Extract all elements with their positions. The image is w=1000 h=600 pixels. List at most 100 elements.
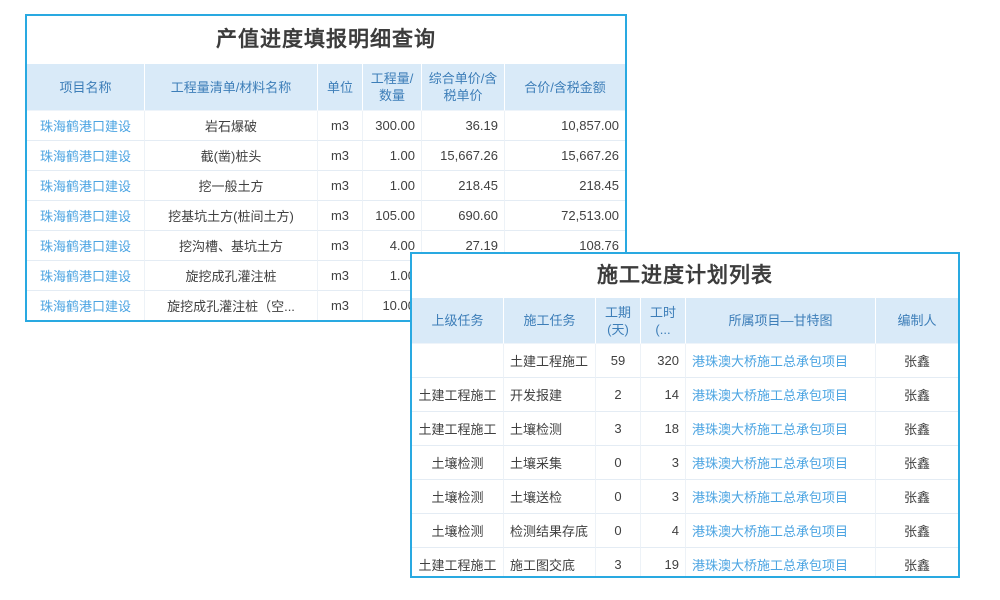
material-cell: 旋挖成孔灌注桩	[145, 261, 318, 291]
unit-cell: m3	[318, 111, 363, 141]
task-cell: 土壤送检	[504, 480, 596, 514]
column-header-material: 工程量清单/材料名称	[145, 64, 318, 111]
project-link[interactable]: 珠海鹤港口建设	[40, 269, 131, 284]
duration-cell: 3	[596, 412, 641, 446]
unit-cell: m3	[318, 201, 363, 231]
project-link[interactable]: 珠海鹤港口建设	[40, 149, 131, 164]
qty-cell: 105.00	[363, 201, 422, 231]
schedule-panel: 施工进度计划列表 上级任务 施工任务 工期 (天) 工时 (... 所属项目—甘…	[410, 252, 960, 578]
table-row: 土壤检测 土壤采集 0 3 港珠澳大桥施工总承包项目 张鑫	[412, 446, 958, 480]
table-row: 珠海鹤港口建设 挖一般土方 m3 1.00 218.45 218.45	[27, 171, 625, 201]
parent-task-cell: 土建工程施工	[412, 548, 504, 578]
project-link[interactable]: 珠海鹤港口建设	[40, 239, 131, 254]
table-row: 土建工程施工 施工图交底 3 19 港珠澳大桥施工总承包项目 张鑫	[412, 548, 958, 578]
page: 产值进度填报明细查询 项目名称 工程量清单/材料名称 单位 工程量/ 数量 综合…	[0, 0, 1000, 600]
gantt-project-link[interactable]: 港珠澳大桥施工总承包项目	[692, 490, 848, 505]
task-cell: 土壤检测	[504, 412, 596, 446]
column-header-price: 综合单价/含 税单价	[422, 64, 505, 111]
unit-cell: m3	[318, 141, 363, 171]
schedule-title: 施工进度计划列表	[412, 254, 958, 298]
column-header-total: 合价/含税金额	[505, 64, 625, 111]
schedule-header-row: 上级任务 施工任务 工期 (天) 工时 (... 所属项目—甘特图 编制人	[412, 298, 958, 344]
project-link[interactable]: 珠海鹤港口建设	[40, 179, 131, 194]
column-header-author: 编制人	[876, 298, 958, 344]
parent-task-cell: 土壤检测	[412, 446, 504, 480]
duration-cell: 0	[596, 446, 641, 480]
task-cell: 检测结果存底	[504, 514, 596, 548]
hours-cell: 320	[641, 344, 686, 378]
duration-cell: 0	[596, 514, 641, 548]
unit-cell: m3	[318, 261, 363, 291]
qty-cell: 1.00	[363, 171, 422, 201]
total-cell: 72,513.00	[505, 201, 625, 231]
unit-cell: m3	[318, 291, 363, 321]
gantt-project-link[interactable]: 港珠澳大桥施工总承包项目	[692, 524, 848, 539]
hours-cell: 4	[641, 514, 686, 548]
parent-task-cell	[412, 344, 504, 378]
table-row: 珠海鹤港口建设 岩石爆破 m3 300.00 36.19 10,857.00	[27, 111, 625, 141]
project-link[interactable]: 珠海鹤港口建设	[40, 299, 131, 314]
task-cell: 施工图交底	[504, 548, 596, 578]
price-cell: 15,667.26	[422, 141, 505, 171]
table-row: 土壤检测 检测结果存底 0 4 港珠澳大桥施工总承包项目 张鑫	[412, 514, 958, 548]
material-cell: 挖基坑土方(桩间土方)	[145, 201, 318, 231]
price-cell: 218.45	[422, 171, 505, 201]
table-row: 土壤检测 土壤送检 0 3 港珠澳大桥施工总承包项目 张鑫	[412, 480, 958, 514]
hours-cell: 3	[641, 480, 686, 514]
column-header-hours: 工时 (...	[641, 298, 686, 344]
parent-task-cell: 土壤检测	[412, 480, 504, 514]
total-cell: 218.45	[505, 171, 625, 201]
table-row: 珠海鹤港口建设 挖基坑土方(桩间土方) m3 105.00 690.60 72,…	[27, 201, 625, 231]
column-header-project: 项目名称	[27, 64, 145, 111]
column-header-task: 施工任务	[504, 298, 596, 344]
hours-cell: 3	[641, 446, 686, 480]
schedule-table: 上级任务 施工任务 工期 (天) 工时 (... 所属项目—甘特图 编制人 土建…	[412, 298, 958, 578]
material-cell: 岩石爆破	[145, 111, 318, 141]
gantt-project-link[interactable]: 港珠澳大桥施工总承包项目	[692, 456, 848, 471]
project-link[interactable]: 珠海鹤港口建设	[40, 209, 131, 224]
total-cell: 10,857.00	[505, 111, 625, 141]
author-cell: 张鑫	[876, 480, 958, 514]
total-cell: 15,667.26	[505, 141, 625, 171]
table-row: 土建工程施工 土壤检测 3 18 港珠澳大桥施工总承包项目 张鑫	[412, 412, 958, 446]
gantt-project-link[interactable]: 港珠澳大桥施工总承包项目	[692, 558, 848, 573]
author-cell: 张鑫	[876, 344, 958, 378]
material-cell: 截(凿)桩头	[145, 141, 318, 171]
value-detail-header-row: 项目名称 工程量清单/材料名称 单位 工程量/ 数量 综合单价/含 税单价 合价…	[27, 64, 625, 111]
project-link[interactable]: 珠海鹤港口建设	[40, 119, 131, 134]
duration-cell: 0	[596, 480, 641, 514]
author-cell: 张鑫	[876, 548, 958, 578]
author-cell: 张鑫	[876, 412, 958, 446]
unit-cell: m3	[318, 171, 363, 201]
column-header-qty: 工程量/ 数量	[363, 64, 422, 111]
hours-cell: 18	[641, 412, 686, 446]
duration-cell: 3	[596, 548, 641, 578]
table-row: 土建工程施工 开发报建 2 14 港珠澳大桥施工总承包项目 张鑫	[412, 378, 958, 412]
task-cell: 土壤采集	[504, 446, 596, 480]
material-cell: 挖一般土方	[145, 171, 318, 201]
value-detail-title: 产值进度填报明细查询	[27, 16, 625, 64]
duration-cell: 59	[596, 344, 641, 378]
column-header-unit: 单位	[318, 64, 363, 111]
duration-cell: 2	[596, 378, 641, 412]
task-cell: 土建工程施工	[504, 344, 596, 378]
author-cell: 张鑫	[876, 446, 958, 480]
column-header-parent-task: 上级任务	[412, 298, 504, 344]
material-cell: 旋挖成孔灌注桩（空...	[145, 291, 318, 321]
material-cell: 挖沟槽、基坑土方	[145, 231, 318, 261]
gantt-project-link[interactable]: 港珠澳大桥施工总承包项目	[692, 388, 848, 403]
hours-cell: 19	[641, 548, 686, 578]
hours-cell: 14	[641, 378, 686, 412]
qty-cell: 1.00	[363, 141, 422, 171]
table-row: 土建工程施工 59 320 港珠澳大桥施工总承包项目 张鑫	[412, 344, 958, 378]
column-header-gantt: 所属项目—甘特图	[686, 298, 876, 344]
gantt-project-link[interactable]: 港珠澳大桥施工总承包项目	[692, 354, 848, 369]
parent-task-cell: 土建工程施工	[412, 378, 504, 412]
gantt-project-link[interactable]: 港珠澳大桥施工总承包项目	[692, 422, 848, 437]
parent-task-cell: 土建工程施工	[412, 412, 504, 446]
unit-cell: m3	[318, 231, 363, 261]
author-cell: 张鑫	[876, 378, 958, 412]
column-header-duration: 工期 (天)	[596, 298, 641, 344]
task-cell: 开发报建	[504, 378, 596, 412]
price-cell: 690.60	[422, 201, 505, 231]
